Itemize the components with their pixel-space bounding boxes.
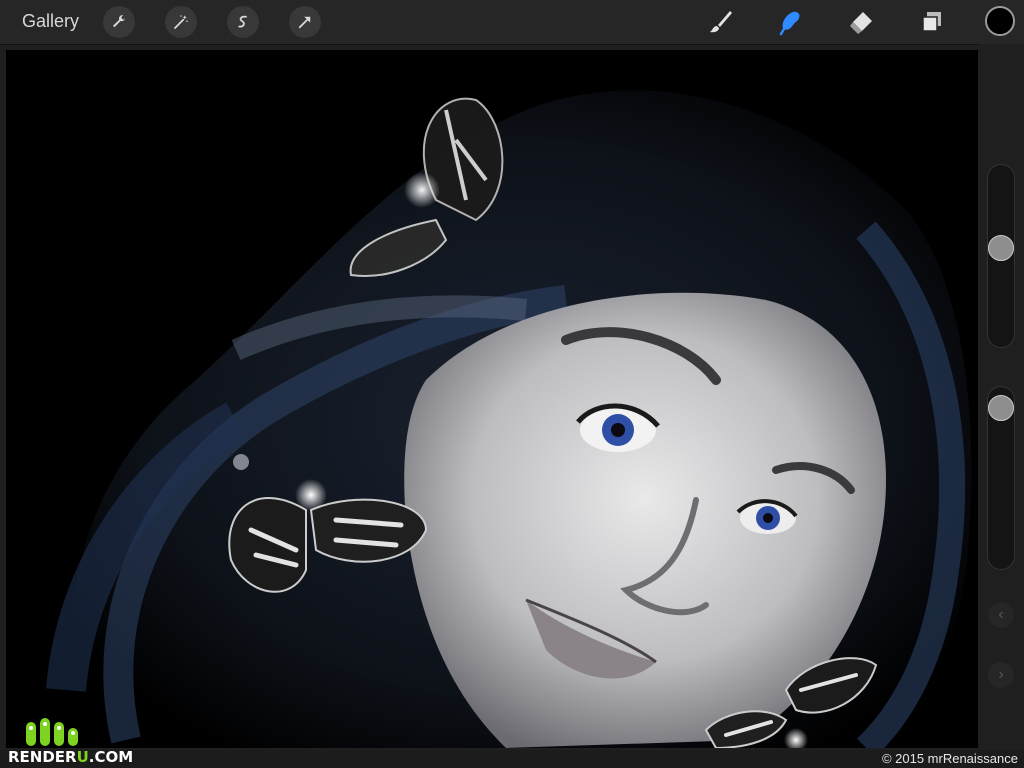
renderu-watermark-logo: RENDERU.COM [4,712,133,768]
gallery-button[interactable]: Gallery [22,11,79,32]
brush-button[interactable] [704,6,736,38]
selection-icon [238,15,247,28]
opacity-slider[interactable] [987,386,1015,570]
adjustments-button[interactable] [165,6,197,38]
smudge-icon [779,11,800,36]
redo-button[interactable]: › [988,662,1014,688]
chevron-left-icon: ‹ [998,606,1004,623]
brush-icon [710,11,732,33]
transform-icon [298,16,311,29]
magic-wand-icon [174,15,188,29]
chevron-right-icon: › [998,666,1004,683]
layers-icon [922,12,941,32]
smudge-button[interactable] [775,6,807,38]
actions-button[interactable] [103,6,135,38]
transform-button[interactable] [289,6,321,38]
artwork-illustration [6,50,978,748]
selection-button[interactable] [227,6,259,38]
wrench-icon [113,15,125,28]
eraser-button[interactable] [845,6,877,38]
color-swatch[interactable] [985,6,1015,36]
eraser-icon [850,12,872,34]
drawing-canvas[interactable] [6,50,978,748]
brush-size-thumb[interactable] [988,235,1014,261]
layers-button[interactable] [915,6,947,38]
opacity-thumb[interactable] [988,395,1014,421]
undo-button[interactable]: ‹ [988,602,1014,628]
watermark-text: RENDERU.COM [8,748,134,766]
right-sidebar: ‹ › [978,44,1024,750]
renderu-mascot-icon [26,718,78,746]
copyright-text: © 2015 mrRenaissance [881,751,1018,766]
bottom-bar: © 2015 mrRenaissance [0,750,1024,768]
brush-size-slider[interactable] [987,164,1015,348]
top-toolbar: Gallery [0,0,1024,45]
